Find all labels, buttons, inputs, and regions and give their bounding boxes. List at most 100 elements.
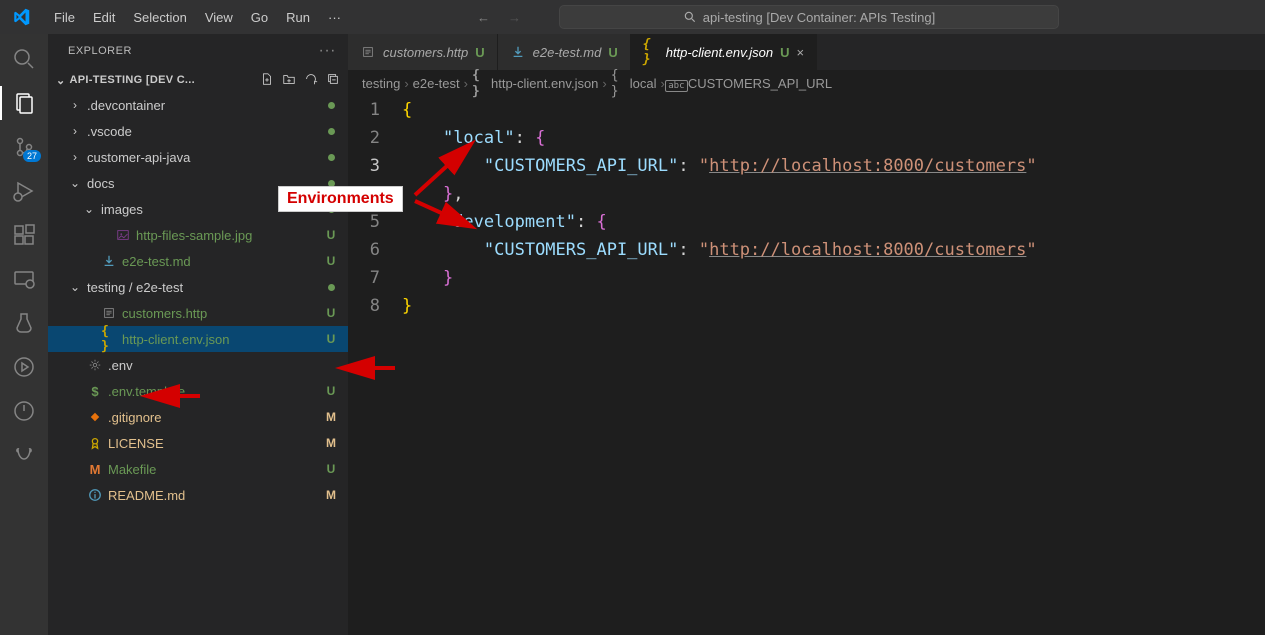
file-icon: abc — [665, 76, 687, 91]
git-status: M — [324, 488, 338, 502]
tab-label: http-client.env.json — [666, 45, 773, 60]
code-editor[interactable]: 12345678 { "local": { "CUSTOMERS_API_URL… — [348, 96, 1265, 635]
tab-label: e2e-test.md — [533, 45, 602, 60]
nav-forward-icon[interactable]: → — [508, 10, 521, 25]
twisty-icon: › — [68, 98, 82, 112]
refresh-icon[interactable] — [304, 72, 318, 89]
chevron-down-icon: ⌄ — [56, 74, 66, 87]
editor-tabs: customers.httpUe2e-test.mdU{ }http-clien… — [348, 34, 1265, 70]
activity-run-icon[interactable] — [11, 178, 37, 204]
close-icon[interactable]: × — [797, 45, 805, 60]
tree-row[interactable]: ›customer-api-java — [48, 144, 348, 170]
file-name: .gitignore — [108, 410, 319, 425]
twisty-icon: ⌄ — [82, 202, 96, 216]
annotation-label: Environments — [278, 186, 403, 212]
tab-modified-badge: U — [780, 45, 789, 60]
file-icon: $ — [87, 383, 103, 399]
editor-tab[interactable]: { }http-client.env.jsonU× — [631, 34, 817, 70]
activity-remote-icon[interactable] — [11, 266, 37, 292]
tree-row[interactable]: http-files-sample.jpgU — [48, 222, 348, 248]
title-bar: File Edit Selection View Go Run ··· ← → … — [0, 0, 1265, 34]
code-content[interactable]: { "local": { "CUSTOMERS_API_URL": "http:… — [402, 96, 1265, 635]
file-name: e2e-test.md — [122, 254, 319, 269]
activity-bar: 27 — [0, 34, 48, 635]
tree-row[interactable]: .env — [48, 352, 348, 378]
activity-search-icon[interactable] — [11, 46, 37, 72]
file-name: testing / e2e-test — [87, 280, 319, 295]
tree-row[interactable]: customers.http U — [48, 300, 348, 326]
tab-modified-badge: U — [475, 45, 484, 60]
file-name: http-files-sample.jpg — [136, 228, 319, 243]
git-status-dot — [324, 280, 338, 294]
tree-row[interactable]: MMakefileU — [48, 456, 348, 482]
git-status: M — [324, 410, 338, 424]
scm-badge: 27 — [23, 150, 41, 162]
nav-history: ← → — [477, 10, 521, 25]
tree-row[interactable]: { }http-client.env.jsonU — [48, 326, 348, 352]
file-name: customer-api-java — [87, 150, 319, 165]
activity-extensions-icon[interactable] — [11, 222, 37, 248]
tree-row[interactable]: .gitignore M — [48, 404, 348, 430]
activity-runner-icon[interactable] — [11, 354, 37, 380]
search-icon — [683, 10, 697, 24]
file-icon: { } — [101, 331, 117, 347]
editor-area: customers.httpUe2e-test.mdU{ }http-clien… — [348, 34, 1265, 635]
command-center-text: api-testing [Dev Container: APIs Testing… — [703, 10, 935, 25]
breadcrumb-item[interactable]: local — [630, 76, 657, 91]
menu-more-icon[interactable]: ··· — [320, 6, 349, 29]
collapse-all-icon[interactable] — [326, 72, 340, 89]
new-folder-icon[interactable] — [282, 72, 296, 89]
git-status: U — [324, 384, 338, 398]
tree-row[interactable]: ›.vscode — [48, 118, 348, 144]
breadcrumb[interactable]: testing›e2e-test›{ }http-client.env.json… — [348, 70, 1265, 96]
git-status: U — [324, 306, 338, 320]
breadcrumb-item[interactable]: http-client.env.json — [491, 76, 598, 91]
tree-row[interactable]: e2e-test.mdU — [48, 248, 348, 274]
tree-row[interactable]: ⌄ testing / e2e-test — [48, 274, 348, 300]
file-icon — [510, 44, 526, 60]
file-name: .env.template — [108, 384, 319, 399]
file-name: customers.http — [122, 306, 319, 321]
menu-go[interactable]: Go — [243, 6, 276, 29]
menu-view[interactable]: View — [197, 6, 241, 29]
menu-run[interactable]: Run — [278, 6, 318, 29]
explorer-sidebar: EXPLORER ··· ⌄ API-TESTING [DEV C... ›.d… — [48, 34, 348, 635]
activity-power-icon[interactable] — [11, 398, 37, 424]
file-name: http-client.env.json — [122, 332, 319, 347]
workspace-header[interactable]: ⌄ API-TESTING [DEV C... — [48, 68, 348, 92]
tree-row[interactable]: $ .env.template U — [48, 378, 348, 404]
file-icon — [87, 435, 103, 451]
nav-back-icon[interactable]: ← — [477, 10, 490, 25]
editor-tab[interactable]: e2e-test.mdU — [498, 34, 631, 70]
git-status: U — [324, 462, 338, 476]
explorer-more-icon[interactable]: ··· — [319, 42, 336, 60]
tree-row[interactable]: LICENSEM — [48, 430, 348, 456]
menu-selection[interactable]: Selection — [125, 6, 194, 29]
git-status-dot — [324, 98, 338, 112]
breadcrumb-item[interactable]: testing — [362, 76, 400, 91]
activity-explorer-icon[interactable] — [11, 90, 37, 116]
file-icon — [101, 305, 117, 321]
activity-scm-icon[interactable]: 27 — [11, 134, 37, 160]
workspace-name: API-TESTING [DEV C... — [70, 74, 195, 86]
git-status-dot — [324, 150, 338, 164]
vscode-logo-icon — [4, 8, 38, 26]
breadcrumb-item[interactable]: e2e-test — [413, 76, 460, 91]
command-center[interactable]: api-testing [Dev Container: APIs Testing… — [559, 5, 1059, 29]
tree-row[interactable]: ›.devcontainer — [48, 92, 348, 118]
file-icon: { } — [611, 67, 626, 99]
editor-tab[interactable]: customers.httpU — [348, 34, 498, 70]
twisty-icon: ⌄ — [68, 280, 82, 294]
activity-ox-icon[interactable] — [11, 442, 37, 468]
new-file-icon[interactable] — [260, 72, 274, 89]
menu-edit[interactable]: Edit — [85, 6, 123, 29]
tree-row[interactable]: README.mdM — [48, 482, 348, 508]
activity-testing-icon[interactable] — [11, 310, 37, 336]
file-icon — [360, 44, 376, 60]
file-name: .env — [108, 358, 319, 373]
menu-file[interactable]: File — [46, 6, 83, 29]
explorer-title: EXPLORER — [68, 45, 132, 57]
twisty-icon: › — [68, 124, 82, 138]
breadcrumb-item[interactable]: CUSTOMERS_API_URL — [688, 76, 832, 91]
file-icon — [87, 487, 103, 503]
